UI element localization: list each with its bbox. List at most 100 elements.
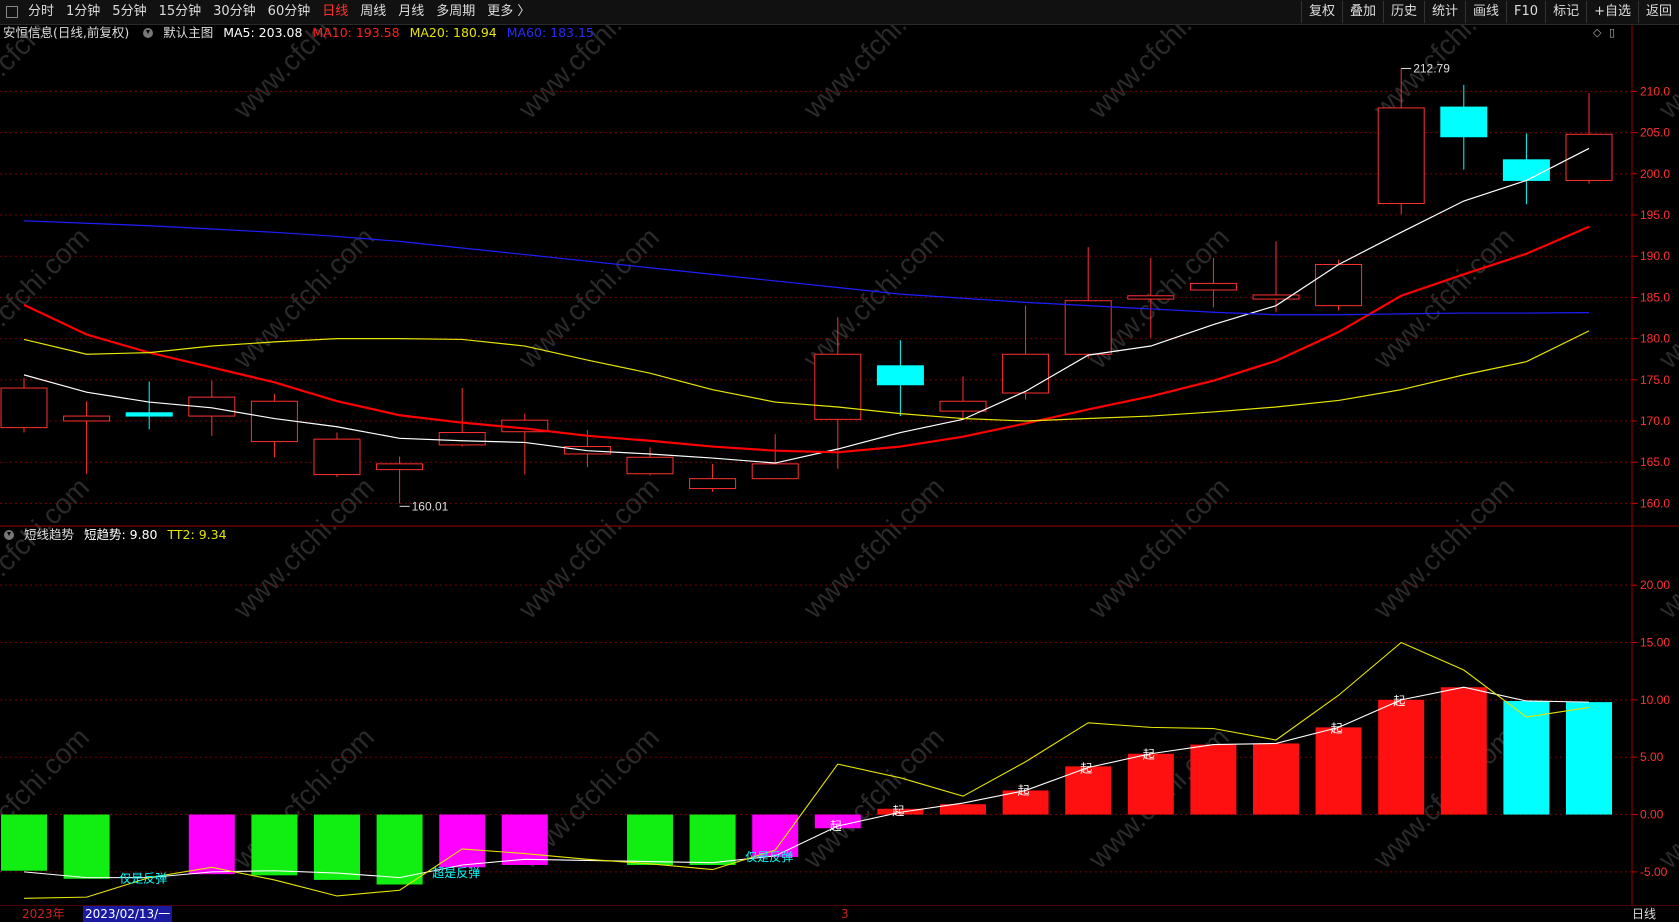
watermark-text: www.cfchi.com: [1652, 471, 1679, 625]
period-tab-0[interactable]: 分时: [22, 0, 60, 24]
main-indicator-name[interactable]: 默认主图: [163, 25, 213, 40]
kline-chart-canvas[interactable]: www.cfchi.com www.cfchi.com www.cfchi.com w…: [0, 0, 1679, 922]
month-label: 3: [841, 907, 849, 921]
signal-label: 起: [1080, 762, 1092, 776]
period-tab-3[interactable]: 15分钟: [153, 0, 208, 24]
trend-bar: [1, 814, 47, 871]
main-axis-label-6: 190.0: [1640, 249, 1670, 263]
year-label: 2023年: [22, 907, 65, 921]
candle-body: [250, 400, 298, 443]
main-axis-label-3: 175.0: [1640, 373, 1670, 387]
trend-bar: [1190, 744, 1237, 815]
trend-bar: [501, 814, 548, 866]
period-toolbar: 分时 1分钟 5分钟 15分钟 30分钟 60分钟 日线 周线 月线 多周期 更多 〉 复权 叠加 历史…: [0, 0, 1679, 25]
watermark-text: www.cfchi.com: [0, 221, 95, 375]
trend-bar: [689, 814, 736, 866]
trend-bar: [251, 814, 298, 876]
candle-body: [125, 412, 173, 417]
sub-axis-label-3: 10.00: [1640, 693, 1670, 707]
short-trend-value: 短趋势: 9.80: [83, 527, 158, 542]
watermark-text: www.cfchi.com: [227, 471, 381, 625]
period-label[interactable]: 日线: [1632, 906, 1656, 922]
candle-body: [1002, 353, 1050, 394]
trend-bar: [1253, 743, 1299, 815]
trend-bar: [314, 814, 360, 880]
trend-bar: [188, 814, 235, 875]
signal-label: 起: [1331, 721, 1343, 735]
period-tab-10[interactable]: 更多 〉: [481, 0, 536, 24]
sub-axis-label-2: 5.00: [1640, 750, 1664, 764]
trend-bar: [1503, 700, 1550, 815]
main-axis-label-4: 180.0: [1640, 332, 1670, 346]
candle-body: [1565, 133, 1613, 181]
main-axis-label-1: 165.0: [1640, 455, 1670, 469]
candle-body: [63, 415, 111, 422]
watermark-text: www.cfchi.com: [227, 221, 381, 375]
sub-axis-label-0: -5.00: [1640, 865, 1668, 879]
cursor-date: 2023/02/13/一: [83, 906, 173, 922]
toolbar-button-7[interactable]: +自选: [1586, 1, 1638, 23]
candle-body: [376, 463, 424, 471]
candle-body: [1502, 159, 1550, 181]
candle-body: [876, 365, 924, 386]
signal-label: 仅是反弹: [119, 872, 167, 886]
trend-bar: [1127, 753, 1174, 815]
period-tab-6[interactable]: 日线: [316, 0, 354, 24]
period-tab-2[interactable]: 5分钟: [106, 0, 152, 24]
candle-body: [1064, 300, 1112, 355]
signal-label: 起: [830, 819, 842, 833]
watermark-text: www.cfchi.com: [1367, 221, 1521, 375]
trend-bar: [1566, 702, 1612, 815]
signal-label: 起: [1143, 748, 1155, 762]
signal-label: 起: [892, 804, 904, 818]
candle-body: [438, 432, 486, 446]
indicator-menu-icon[interactable]: [143, 28, 154, 38]
candle-body: [939, 400, 987, 412]
date-axis-bar: 2023年 2023/02/13/一 3 日线: [0, 906, 1679, 922]
sub-chart-legend: 短线趋势 短趋势: 9.80 TT2: 9.34: [0, 526, 233, 544]
sub-indicator-name[interactable]: 短线趋势: [24, 527, 74, 542]
period-tab-8[interactable]: 月线: [392, 0, 430, 24]
sub-indicator-menu-icon[interactable]: [4, 530, 14, 540]
candle-body: [0, 387, 48, 429]
period-tab-7[interactable]: 周线: [354, 0, 392, 24]
candle-body: [751, 463, 799, 480]
extreme-marker-label: 160.01: [412, 499, 449, 513]
period-tab-4[interactable]: 30分钟: [207, 0, 262, 24]
candle-body: [1189, 282, 1237, 291]
diamond-icon[interactable]: ◇: [1593, 26, 1601, 39]
toolbar-button-3[interactable]: 统计: [1424, 1, 1465, 23]
toolbar-button-6[interactable]: 标记: [1545, 1, 1586, 23]
period-tab-1[interactable]: 1分钟: [60, 0, 106, 24]
ma20-legend: MA20: 180.94: [409, 25, 497, 40]
ma60-legend: MA60: 183.15: [506, 25, 594, 40]
candle-body: [1440, 106, 1488, 138]
panel-toggle-icon[interactable]: [6, 6, 18, 18]
watermark-text: www.cfchi.com: [797, 471, 951, 625]
watermark-text: www.cfchi.com: [1367, 471, 1521, 625]
toolbar-button-5[interactable]: F10: [1506, 1, 1545, 23]
main-axis-label-5: 185.0: [1640, 290, 1670, 304]
sub-axis-label-4: 15.00: [1640, 635, 1670, 649]
stock-title: 安恒信息(日线,前复权): [3, 25, 130, 40]
toolbar-button-2[interactable]: 历史: [1382, 1, 1424, 23]
watermark-text: www.cfchi.com: [1652, 721, 1679, 875]
main-axis-label-7: 195.0: [1640, 208, 1670, 222]
signal-label: 超是反弹: [432, 865, 480, 880]
toolbar-button-8[interactable]: 返回: [1637, 1, 1679, 23]
extreme-marker-label: 212.79: [1413, 61, 1450, 75]
candle-body: [689, 478, 737, 490]
candle-body: [814, 353, 862, 420]
window-icon[interactable]: ▯: [1609, 26, 1615, 39]
trend-bar: [627, 814, 673, 866]
watermark-text: www.cfchi.com: [0, 471, 95, 625]
watermark-text: www.cfchi.com: [512, 471, 666, 625]
period-tab-9[interactable]: 多周期: [430, 0, 481, 24]
sub-axis-label-5: 20.00: [1640, 578, 1670, 592]
toolbar-button-0[interactable]: 复权: [1300, 1, 1342, 23]
toolbar-button-4[interactable]: 画线: [1465, 1, 1506, 23]
toolbar-button-1[interactable]: 叠加: [1341, 1, 1383, 23]
period-tab-5[interactable]: 60分钟: [262, 0, 317, 24]
trend-bar: [1378, 699, 1425, 815]
candle-body: [1127, 295, 1175, 300]
